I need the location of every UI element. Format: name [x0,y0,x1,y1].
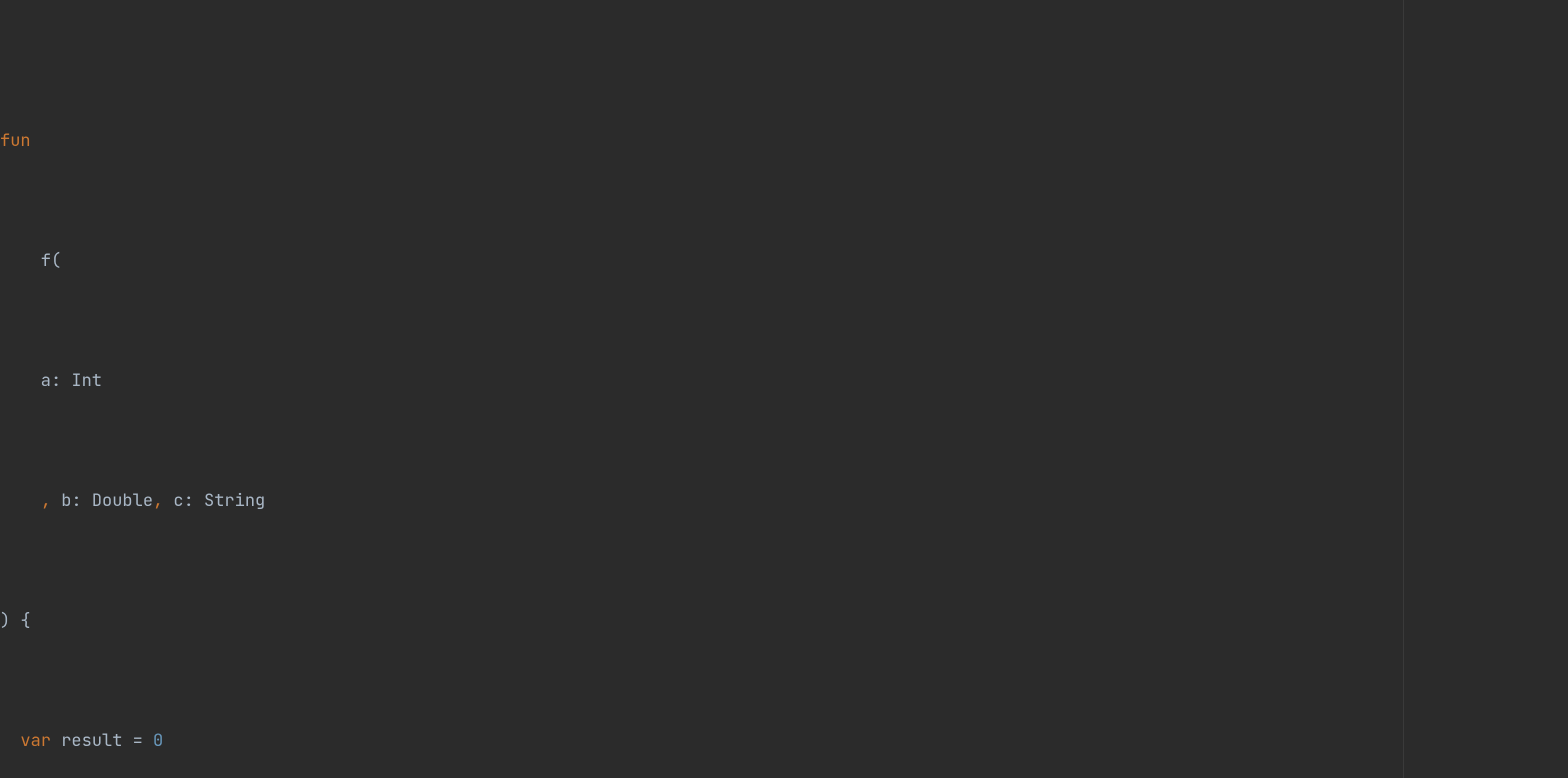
code-line: var result = 0 [0,726,1568,756]
number-literal: 0 [153,730,163,752]
code-line: a: Int [0,366,1568,396]
code-text: c: String [163,490,265,512]
code-text: b: Double [51,490,153,512]
code-text: ) { [0,610,31,632]
keyword-fun: fun [0,130,31,152]
code-text: a: Int [0,370,102,392]
code-text: result = [51,730,153,752]
indent [0,730,20,752]
code-text [0,490,41,512]
comma: , [41,490,51,512]
code-line: , b: Double, c: String [0,486,1568,516]
code-text: f( [0,250,61,272]
code-editor[interactable]: fun f( a: Int , b: Double, c: String ) {… [0,0,1568,778]
code-line: fun [0,126,1568,156]
comma: , [153,490,163,512]
code-line: f( [0,246,1568,276]
keyword-var: var [20,730,51,752]
code-line: ) { [0,606,1568,636]
